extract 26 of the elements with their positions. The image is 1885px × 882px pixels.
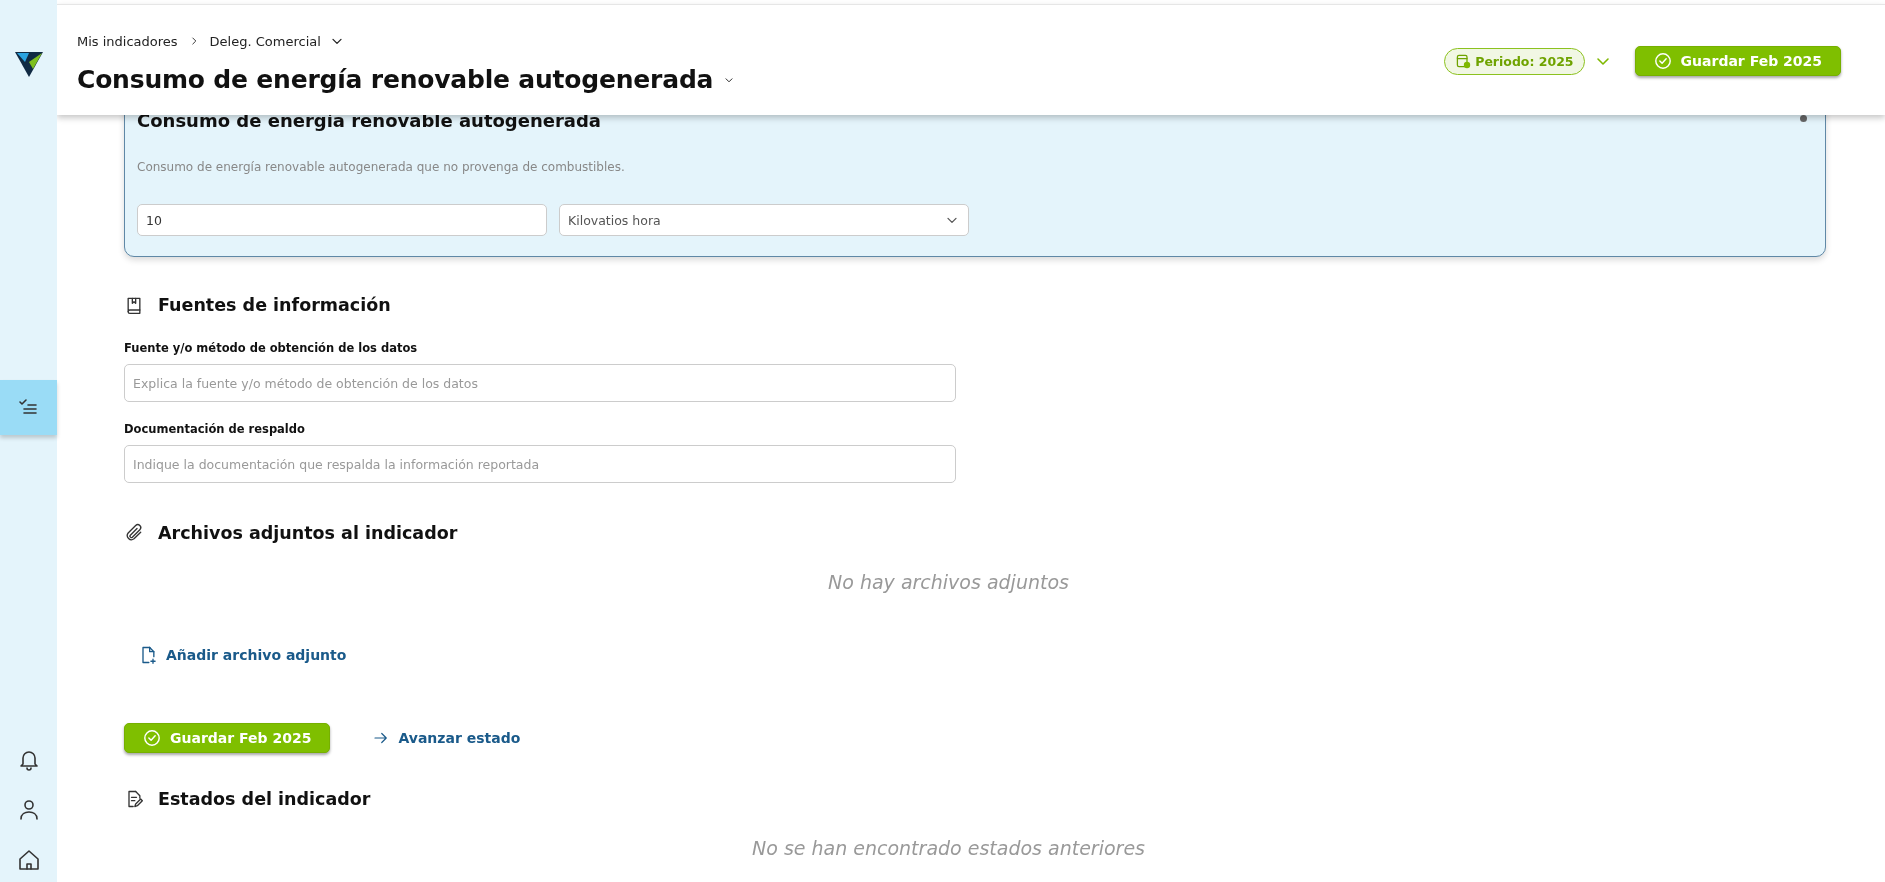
advance-state-link[interactable]: Avanzar estado <box>372 729 521 747</box>
empty-message: No se han encontrado estados anteriores <box>751 837 1146 859</box>
breadcrumb-link[interactable]: Deleg. Comercial <box>209 33 345 49</box>
value-field[interactable]: 10 <box>137 204 547 236</box>
logo-icon <box>13 50 44 78</box>
text-field[interactable]: Indique la documentación que respalda la información reportada <box>124 445 956 483</box>
calendar-clock-icon <box>1455 53 1472 69</box>
page-title: Consumo de energía renovable autogenerada <box>77 65 714 94</box>
field-label: Documentación de respaldo <box>124 422 305 436</box>
add-attachment-link[interactable]: Añadir archivo adjunto <box>138 645 347 665</box>
field-label: Fuente y/o método de obtención de los datos <box>124 341 418 355</box>
home-icon <box>16 848 41 872</box>
kebab-menu-icon[interactable] <box>1800 114 1807 122</box>
unit-dropdown[interactable]: Kilovatios hora <box>559 204 969 236</box>
section-heading: Archivos adjuntos al indicador <box>158 523 458 543</box>
paperclip-icon <box>124 523 144 543</box>
empty-message: No hay archivos adjuntos <box>827 571 1070 593</box>
section-heading: Estados del indicador <box>158 789 371 809</box>
text-field[interactable]: Explica la fuente y/o método de obtención de los datos <box>124 364 956 402</box>
nav-item[interactable] <box>0 380 57 435</box>
section-heading: Fuentes de información <box>158 295 391 315</box>
breadcrumb-link[interactable]: Mis indicadores <box>77 33 178 49</box>
check-circle-icon <box>143 729 161 747</box>
check-circle-icon <box>1653 52 1672 70</box>
card-title: Consumo de energía renovable autogenerada <box>137 109 602 131</box>
card-description: Consumo de energía renovable autogenerada que no provenga de combustibles. <box>137 160 626 174</box>
